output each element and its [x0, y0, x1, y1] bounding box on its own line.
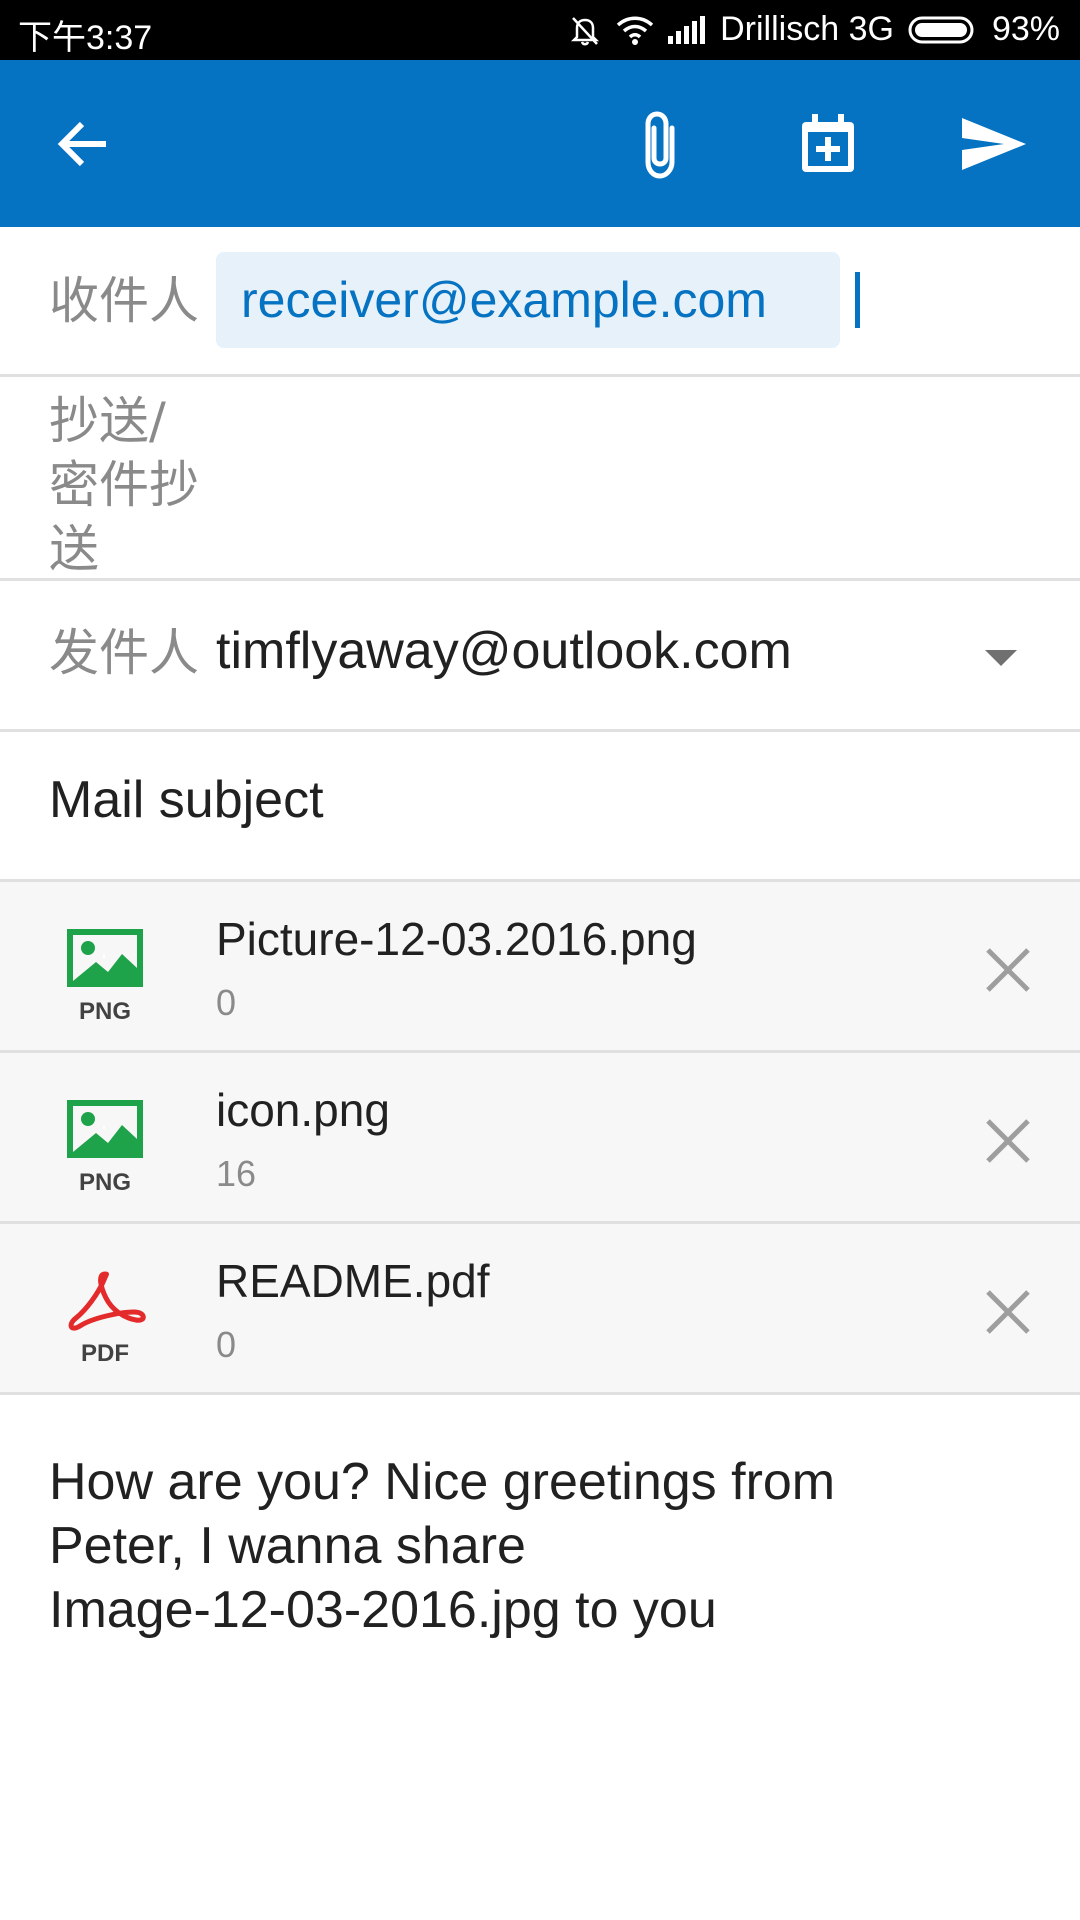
attachment-name: README.pdf [216, 1255, 490, 1307]
file-type-label: PNG [78, 1169, 131, 1196]
battery-percent: 93% [991, 10, 1060, 48]
chevron-down-icon[interactable] [985, 650, 1017, 666]
from-account: timflyaway@outlook.com [216, 622, 792, 680]
cc-bcc-label: 抄送/ 密件抄 送 [49, 389, 199, 581]
recipient-chip[interactable]: receiver@example.com [216, 252, 840, 348]
attachment-name: Picture-12-03.2016.png [216, 913, 697, 965]
text-cursor [855, 272, 860, 328]
file-type-label: PNG [78, 998, 131, 1025]
status-time: 下午3:37 [18, 19, 153, 57]
subject-field[interactable]: Mail subject [49, 770, 324, 830]
attachment-item[interactable]: PNG Picture-12-03.2016.png 0 [0, 882, 1080, 1053]
cc-bcc-row[interactable]: 抄送/ 密件抄 送 [0, 377, 1080, 581]
from-row[interactable]: 发件人 timflyaway@outlook.com [0, 581, 1080, 732]
carrier-label: Drillisch 3G [720, 10, 894, 48]
png-file-icon: PNG [62, 1097, 148, 1197]
from-label: 发件人 [49, 624, 199, 682]
cc-label-line: 抄送/ [49, 392, 166, 450]
send-button[interactable] [950, 100, 1038, 188]
close-icon[interactable] [980, 942, 1036, 998]
status-bar: 下午3:37 Drillisch 3G 93% [0, 0, 1080, 60]
attachment-name: icon.png [216, 1084, 390, 1136]
attach-button[interactable] [616, 100, 704, 188]
to-label: 收件人 [49, 272, 199, 330]
attach-icon [645, 111, 675, 179]
signal-icon [668, 15, 706, 44]
app-bar [0, 60, 1080, 227]
attachment-item[interactable]: PDF README.pdf 0 [0, 1224, 1080, 1395]
png-file-icon: PNG [62, 926, 148, 1026]
subject-row[interactable]: Mail subject [0, 732, 1080, 882]
attachment-size: 0 [216, 982, 237, 1023]
battery-icon [908, 15, 978, 45]
back-button[interactable] [40, 100, 128, 188]
close-icon[interactable] [980, 1284, 1036, 1340]
status-icons: Drillisch 3G 93% [554, 10, 1060, 49]
message-body[interactable]: How are you? Nice greetings from Peter, … [49, 1450, 1029, 1642]
wifi-icon [616, 15, 654, 45]
close-icon[interactable] [980, 1113, 1036, 1169]
to-row: 收件人 receiver@example.com [0, 227, 1080, 377]
cc-label-line: 密件抄 [49, 456, 199, 514]
file-type-label: PDF [81, 1340, 129, 1367]
calendar-add-icon [802, 114, 854, 172]
add-event-button[interactable] [784, 100, 872, 188]
attachment-size: 16 [216, 1153, 257, 1194]
attachment-item[interactable]: PNG icon.png 16 [0, 1053, 1080, 1224]
bell-muted-icon [568, 13, 602, 47]
pdf-file-icon: PDF [62, 1268, 148, 1368]
cc-label-line: 送 [49, 520, 99, 578]
attachment-size: 0 [216, 1324, 237, 1365]
send-icon [962, 118, 1026, 170]
back-arrow-icon [57, 121, 106, 167]
